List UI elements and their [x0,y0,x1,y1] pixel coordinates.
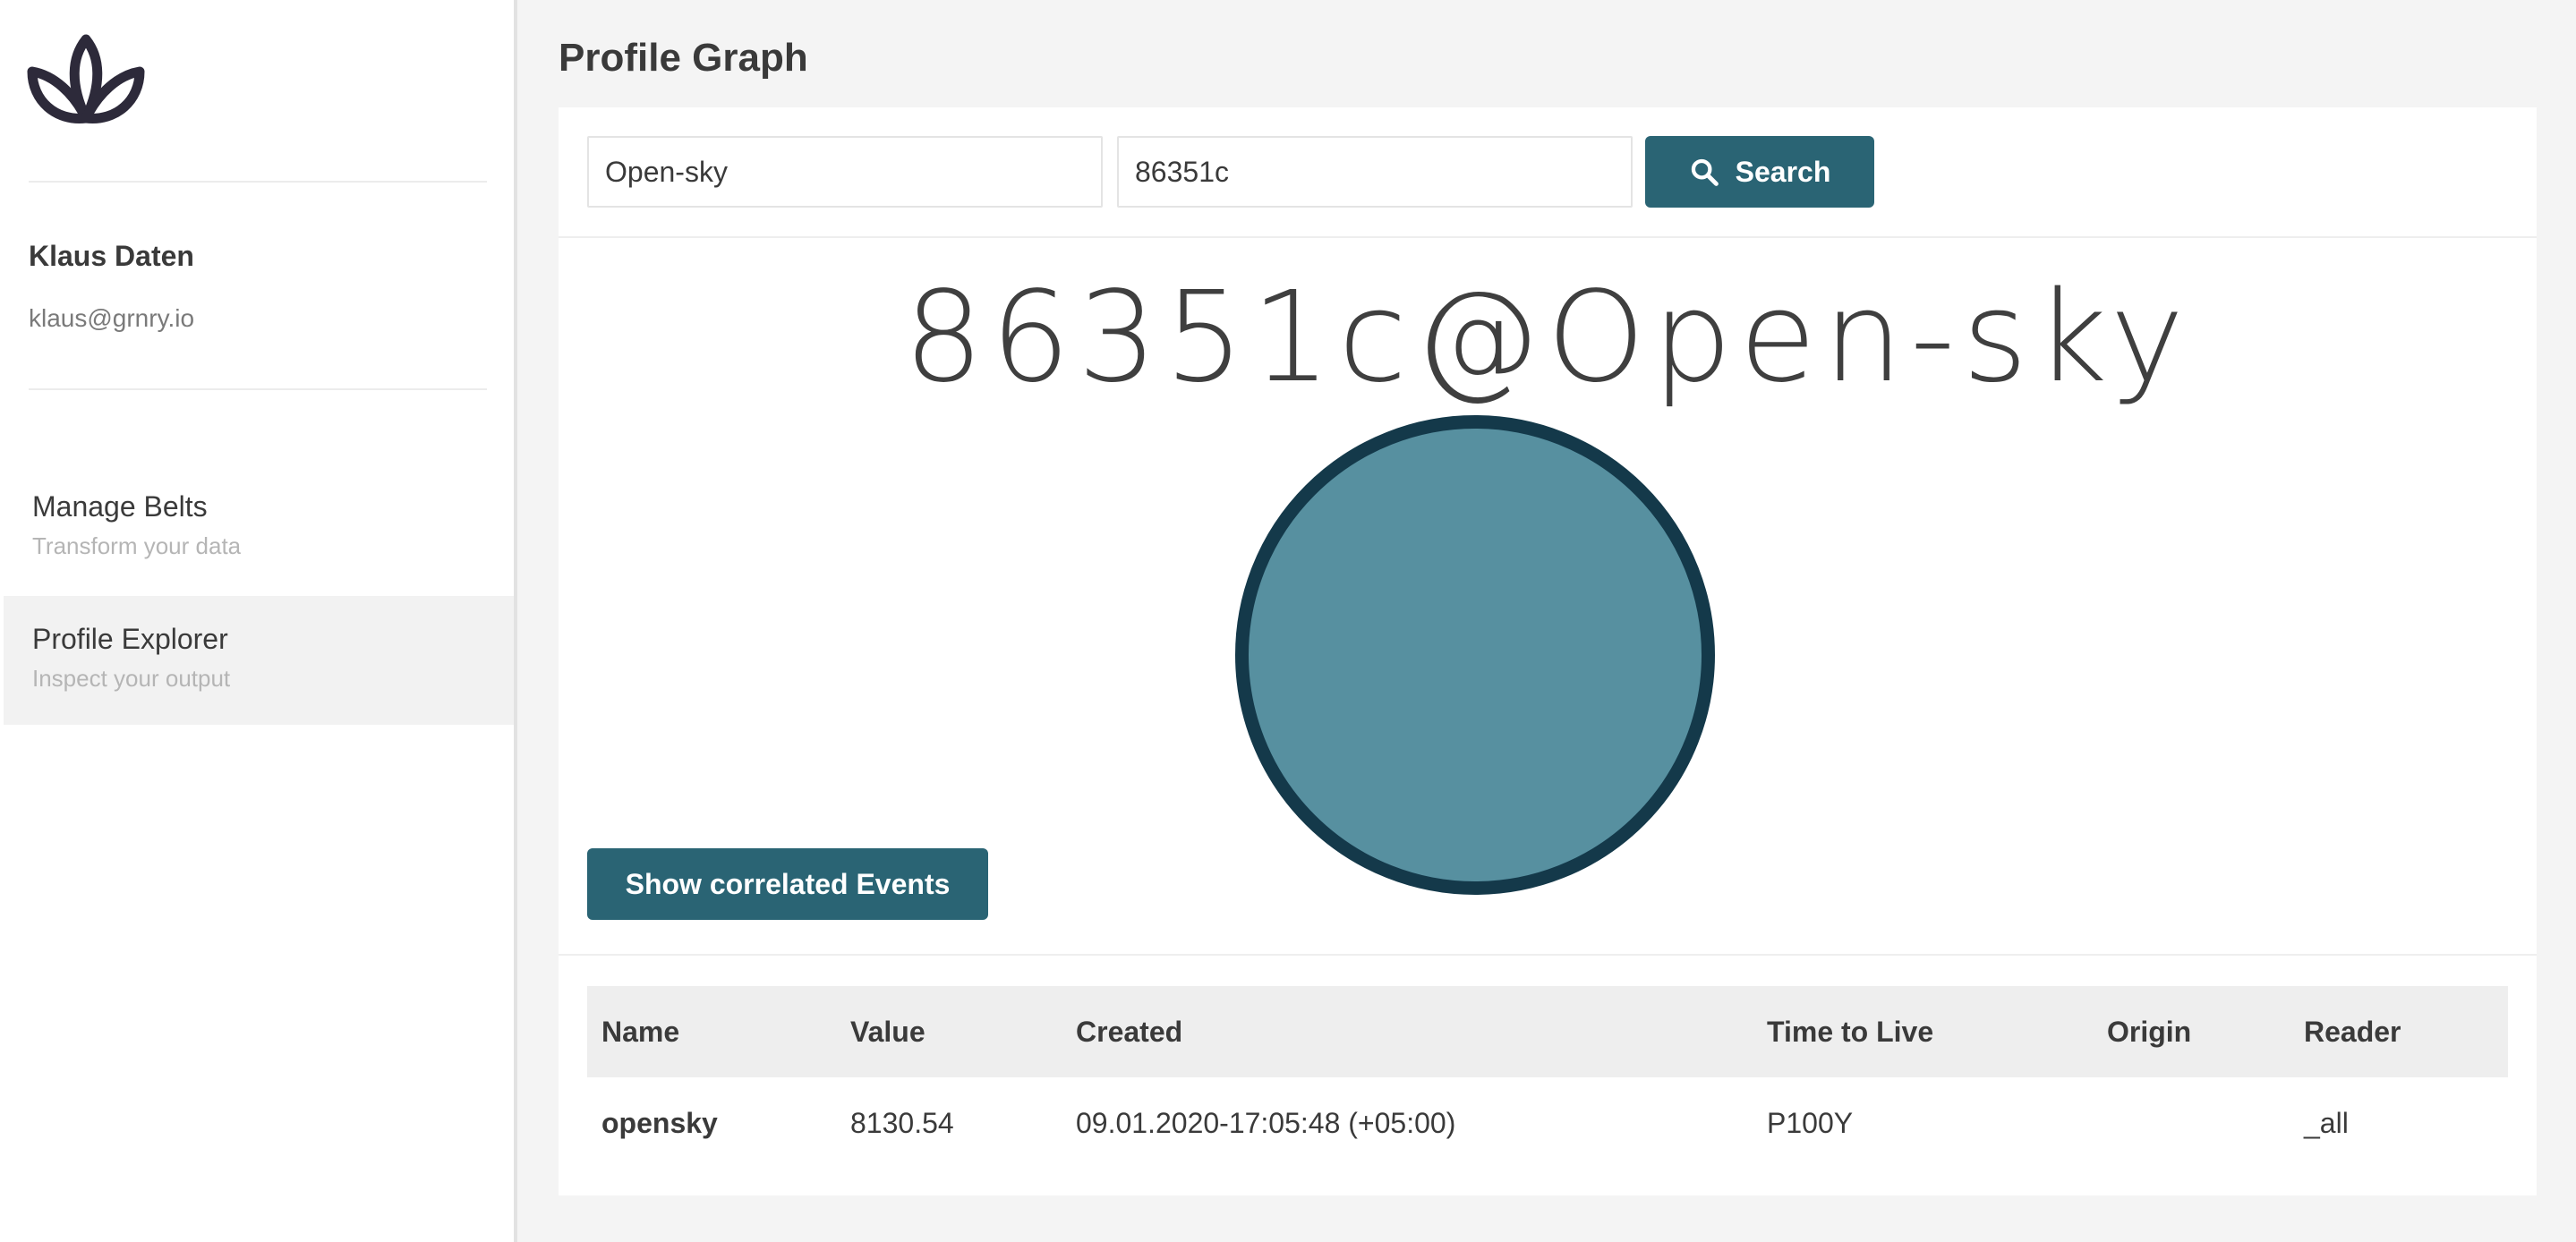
profile-id-input[interactable] [1117,136,1633,208]
table-row[interactable]: opensky 8130.54 09.01.2020-17:05:48 (+05… [587,1077,2508,1169]
profile-heading: 86351c@Open-sky [903,265,2192,411]
search-button[interactable]: Search [1645,136,1874,208]
nav-subtitle: Transform your data [32,532,242,559]
sidebar: Klaus Daten klaus@grnry.io Manage Belts … [0,0,517,1242]
show-correlated-events-button[interactable]: Show correlated Events [587,848,988,920]
column-header-created[interactable]: Created [1062,1016,1753,1049]
column-header-origin[interactable]: Origin [2093,1016,2290,1049]
sidebar-item-manage-belts[interactable]: Manage Belts Transform your data [4,464,514,592]
section-divider [559,236,2537,238]
lotus-logo-icon[interactable] [27,32,145,132]
profile-graph-card: Search 86351c@Open-sky Show correlated E… [559,107,2537,1195]
user-name: Klaus Daten [29,240,194,272]
sidebar-divider [29,388,487,390]
main-content: Profile Graph Search 86351c@Open-sky Sho… [517,0,2576,1242]
cell-ttl: P100Y [1767,1106,1854,1139]
page-title: Profile Graph [559,36,808,80]
sidebar-item-profile-explorer[interactable]: Profile Explorer Inspect your output [4,596,514,725]
profile-node[interactable] [1235,415,1715,895]
source-input[interactable] [587,136,1103,208]
app-root: Klaus Daten klaus@grnry.io Manage Belts … [0,0,2576,1242]
column-header-value[interactable]: Value [836,1016,1062,1049]
user-email: klaus@grnry.io [29,304,195,332]
column-header-reader[interactable]: Reader [2290,1016,2508,1049]
section-divider [559,954,2537,956]
column-header-name[interactable]: Name [587,1016,836,1049]
attributes-table: Name Value Created Time to Live Origin R… [587,986,2508,1169]
cell-name: opensky [601,1106,718,1139]
nav-title: Profile Explorer [32,623,228,655]
search-button-label: Search [1735,155,1831,188]
nav-subtitle: Inspect your output [32,665,231,692]
nav-title: Manage Belts [32,490,208,523]
search-icon [1691,158,1719,186]
sidebar-divider [29,181,487,183]
cell-reader: _all [2304,1106,2349,1139]
cell-value: 8130.54 [850,1106,954,1139]
column-header-ttl[interactable]: Time to Live [1753,1016,2093,1049]
table-header: Name Value Created Time to Live Origin R… [587,986,2508,1077]
cell-created: 09.01.2020-17:05:48 (+05:00) [1076,1106,1456,1139]
